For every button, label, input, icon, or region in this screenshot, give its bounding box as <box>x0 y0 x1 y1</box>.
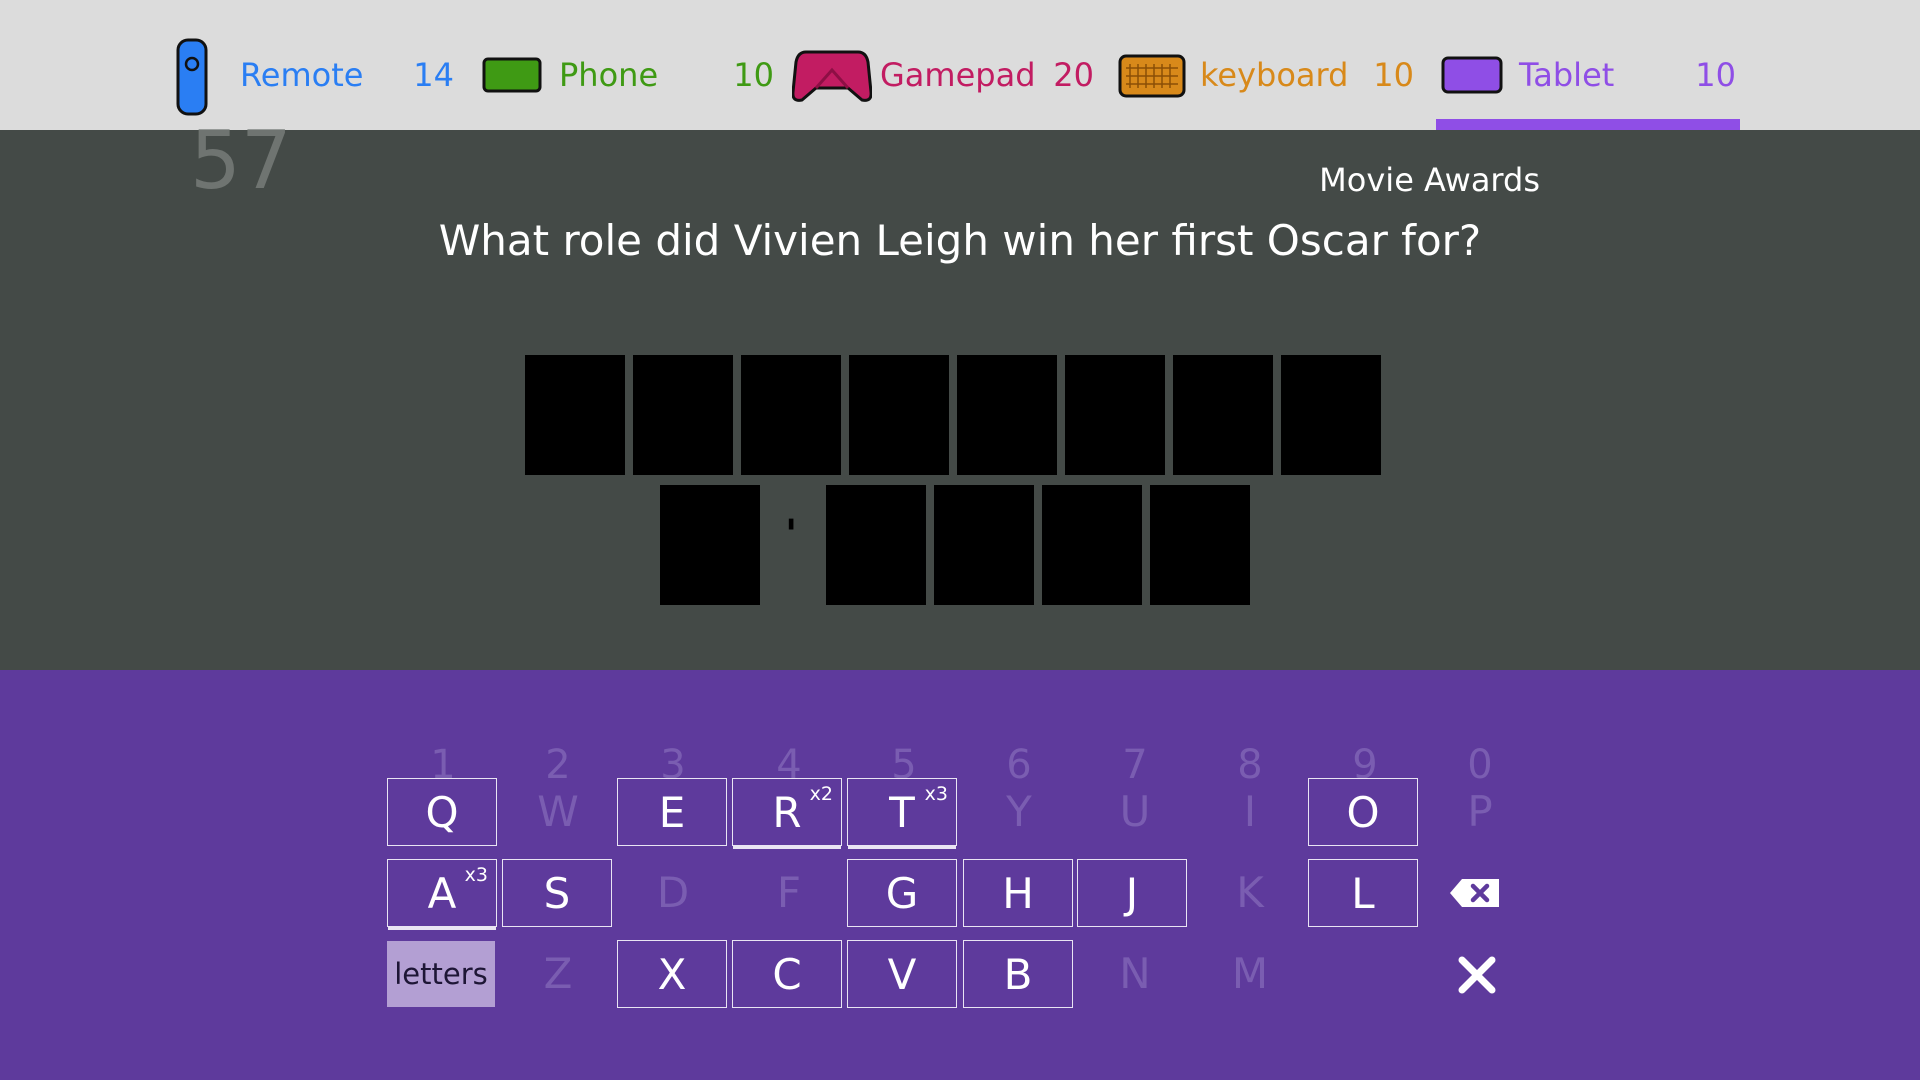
key-y: Y <box>1006 787 1032 836</box>
key-j[interactable]: J <box>1077 859 1187 927</box>
countdown-timer: 57 <box>190 114 292 207</box>
answer-tile <box>826 485 926 605</box>
answer-tile <box>660 485 760 605</box>
key-m: M <box>1231 949 1269 998</box>
question-text: What role did Vivien Leigh win her first… <box>438 216 1482 265</box>
answer-tile <box>1042 485 1142 605</box>
key-u: U <box>1119 787 1151 836</box>
answer-tile <box>1173 355 1273 475</box>
player-score: 10 <box>1695 56 1736 94</box>
key-h[interactable]: H <box>963 859 1073 927</box>
answer-tile <box>525 355 625 475</box>
close-icon[interactable] <box>1457 955 1497 995</box>
player-score: 14 <box>413 56 454 94</box>
players-bar: Remote 14 Phone 10 Gamepad 20 keyboard 1… <box>0 0 1920 130</box>
tablet-icon <box>1441 56 1503 94</box>
answer-tile <box>934 485 1034 605</box>
question-category: Movie Awards <box>1319 161 1540 199</box>
key-d: D <box>656 868 690 917</box>
key-x[interactable]: X <box>617 940 727 1008</box>
key-z: Z <box>543 949 573 998</box>
answer-tile <box>633 355 733 475</box>
key-k: K <box>1236 868 1264 917</box>
key-c[interactable]: C <box>732 940 842 1008</box>
answer-tile <box>957 355 1057 475</box>
key-r[interactable]: Rx2 <box>732 778 842 846</box>
key-w: W <box>537 787 579 836</box>
key-o[interactable]: O <box>1308 778 1418 846</box>
key-s[interactable]: S <box>502 859 612 927</box>
player-name: Remote <box>240 56 364 94</box>
player-name: Gamepad <box>880 56 1036 94</box>
key-v[interactable]: V <box>847 940 957 1008</box>
key-n: N <box>1119 949 1151 998</box>
player-name: Tablet <box>1519 56 1615 94</box>
key-g[interactable]: G <box>847 859 957 927</box>
answer-tile <box>1281 355 1381 475</box>
key-i: I <box>1243 787 1257 836</box>
answer-tile <box>1065 355 1165 475</box>
key-a[interactable]: Ax3 <box>387 859 497 927</box>
remote-icon <box>176 38 208 116</box>
key-t[interactable]: Tx3 <box>847 778 957 846</box>
player-name: keyboard <box>1200 56 1349 94</box>
key-l[interactable]: L <box>1308 859 1418 927</box>
keyboard-icon <box>1118 54 1186 98</box>
key-b[interactable]: B <box>963 940 1073 1008</box>
letter-keyboard: 1 2 3 4 5 6 7 8 9 0 <box>0 670 1920 1080</box>
letters-mode-button[interactable]: letters <box>387 941 495 1007</box>
player-score: 10 <box>733 56 774 94</box>
phone-icon <box>482 57 542 93</box>
gamepad-icon <box>792 50 872 102</box>
key-multiplier: x2 <box>809 783 833 805</box>
player-score: 10 <box>1373 56 1414 94</box>
key-multiplier: x3 <box>464 864 488 886</box>
answer-tile <box>741 355 841 475</box>
answer-tile <box>849 355 949 475</box>
key-e[interactable]: E <box>617 778 727 846</box>
player-score: 20 <box>1053 56 1094 94</box>
key-multiplier: x3 <box>924 783 948 805</box>
answer-separator: ' <box>785 512 798 558</box>
key-p: P <box>1467 787 1493 836</box>
key-q[interactable]: Q <box>387 778 497 846</box>
key-f: F <box>776 868 802 917</box>
player-name: Phone <box>559 56 659 94</box>
answer-tile <box>1150 485 1250 605</box>
active-player-indicator <box>1436 119 1740 130</box>
backspace-icon[interactable] <box>1448 877 1502 909</box>
